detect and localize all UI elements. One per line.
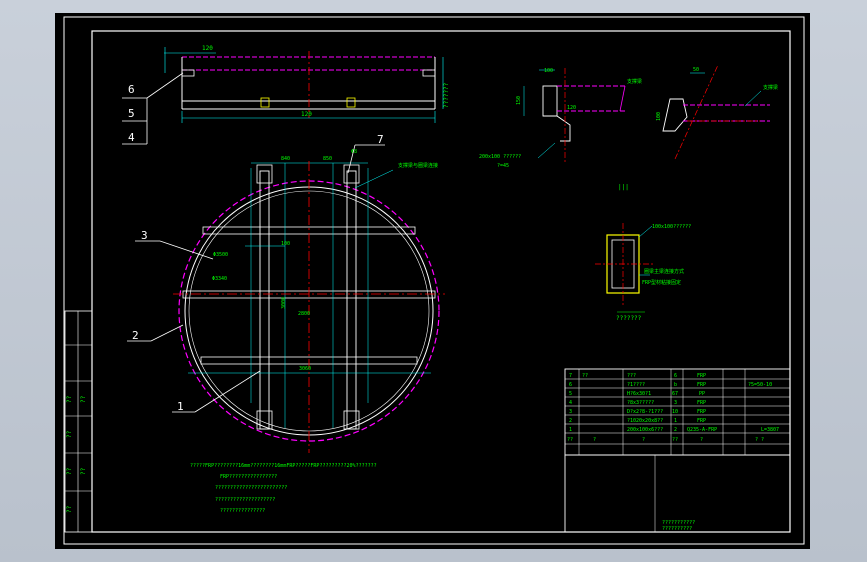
table-row-4-material: FRP: [697, 400, 706, 406]
plan-dim-e: 3000: [281, 297, 287, 309]
detail-left-dim1: 100: [544, 68, 553, 74]
section-detail: ||| 100x100?????? 圈梁主梁连接方式 FRP型材粘接固定 ???…: [595, 184, 691, 322]
plan-dim-g: 100: [281, 241, 290, 247]
note-line-1: ?????FRP????????16mm????????16mmFRP?????…: [190, 463, 377, 469]
detail-left: 100 150 120 支撑梁 200x100 ?????? ?=45: [479, 68, 642, 169]
parts-table: 7 ?? ??? 6 FRP 6 ?1???? b FRP ?5=50-10 5…: [564, 368, 791, 456]
table-row-5-no: 5: [569, 391, 572, 397]
table-row-2-name: ?1020x20x8??: [627, 418, 663, 424]
table-row-1-no: 1: [569, 427, 572, 433]
callout-7: 7: [377, 133, 384, 146]
strip-cell-4: ??: [66, 505, 73, 513]
section-label: |||: [618, 184, 629, 191]
detail-left-label: 支撑梁: [627, 78, 642, 85]
cad-drawing: ?? ?? ?? ?? ?? ?? 120 120 ??????? 6 5 4 …: [63, 16, 805, 545]
table-row-3-no: 3: [569, 409, 572, 415]
detail-left-note2: ?=45: [497, 163, 509, 169]
strip-cell-3: ??: [66, 467, 73, 475]
table-header-material: ?: [700, 437, 703, 443]
note-line-4: ????????????????????: [215, 497, 275, 503]
detail-left-dim2: 150: [516, 96, 522, 105]
callout-6: 6: [128, 83, 135, 96]
strip-cell-6: ??: [80, 467, 87, 475]
table-row-1-name: 200x100x6???: [627, 427, 663, 433]
plan-callouts: 3 2 1: [127, 229, 261, 413]
table-row-4-name: ?8x3?????: [627, 400, 654, 406]
table-row-6-name: ?1????: [627, 382, 645, 388]
plan-dim-c: 850: [323, 156, 332, 162]
left-title-strip: ?? ?? ?? ?? ?? ??: [64, 310, 93, 533]
table-header-name: ?: [642, 437, 645, 443]
table-row-6-qty: b: [674, 382, 677, 388]
callout-2: 2: [132, 329, 139, 342]
table-row-5-name: H?6x30?1: [627, 391, 651, 397]
table-row-2-material: FRP: [697, 418, 706, 424]
title-block: ??????????? ??????????: [564, 454, 791, 533]
table-row-6-material: FRP: [697, 382, 706, 388]
section-note3: FRP型材粘接固定: [642, 279, 681, 286]
callout-4: 4: [128, 131, 135, 144]
table-header-remark: ? ?: [755, 437, 764, 443]
detail-right-dim1: 50: [693, 67, 699, 73]
detail-right: 50 100 支撑梁: [656, 64, 778, 160]
strip-cell-5: ??: [80, 395, 87, 403]
table-row-4-no: 4: [569, 400, 572, 406]
strip-cell-1: ??: [66, 395, 73, 403]
section-note1: 100x100??????: [652, 224, 691, 230]
plan-dim-f: 3060: [299, 366, 311, 372]
plan-label-3: Φ3500: [213, 252, 228, 258]
section-caption: ???????: [616, 315, 642, 322]
table-row-1-qty: 2: [674, 427, 677, 433]
detail-left-note: 200x100 ??????: [479, 154, 521, 160]
table-row-5-material: PP: [699, 391, 705, 397]
plan-label-3b: Φ3340: [212, 276, 227, 282]
table-row-7-no: 7: [569, 373, 572, 379]
table-row-4-qty: 3: [674, 400, 677, 406]
callout-stack: 6 5 4: [122, 72, 184, 145]
notes-block: ?????FRP????????16mm????????16mmFRP?????…: [190, 463, 377, 514]
table-row-6-no: 6: [569, 382, 572, 388]
plan-dim-a: 840: [281, 156, 290, 162]
table-row-7-material: FRP: [697, 373, 706, 379]
section-note2: 圈梁主梁连接方式: [644, 268, 684, 275]
table-header-code: ?: [593, 437, 596, 443]
drawing-viewport[interactable]: ?? ?? ?? ?? ?? ?? 120 120 ??????? 6 5 4 …: [55, 13, 810, 549]
table-row-3-material: FRP: [697, 409, 706, 415]
callout-3: 3: [141, 229, 148, 242]
table-row-2-qty: 1: [674, 418, 677, 424]
table-header-qty: ??: [672, 437, 678, 443]
table-row-7-code: ??: [582, 373, 588, 379]
inner-frame: [91, 30, 791, 533]
outer-frame: [63, 16, 805, 545]
detail-right-label: 支撑梁: [763, 84, 778, 91]
table-row-5-qty: 67: [672, 391, 678, 397]
table-row-7-qty: 6: [674, 373, 677, 379]
note-line-5: ???????????????: [220, 508, 265, 514]
table-header-no: ??: [567, 437, 573, 443]
callout-5: 5: [128, 107, 135, 120]
top-side-note: ???????: [443, 82, 450, 108]
table-row-1-remark: L=3807: [761, 427, 779, 433]
callout-1: 1: [177, 400, 184, 413]
table-row-7-name: ???: [627, 373, 636, 379]
table-row-1-material: Q235-A-FRP: [687, 427, 717, 433]
plan-dim-d: 2800: [298, 311, 310, 317]
note-line-2: FRP????????????????: [220, 474, 277, 480]
table-row-2-no: 2: [569, 418, 572, 424]
table-row-3-name: D?x2?8-?1???: [627, 409, 663, 415]
circular-plan-view: 840 850 Φ8 2800 100 3060 3000 Φ3500 Φ334…: [173, 133, 445, 453]
note-line-3: ????????????????????????: [215, 485, 287, 491]
top-dim-top: 120: [202, 45, 213, 52]
plan-note-right: 支撑梁与圈梁连接: [398, 162, 438, 169]
top-dim-bottom: 120: [301, 111, 312, 118]
table-row-6-remark: ?5=50-10: [748, 382, 772, 388]
strip-cell-2: ??: [66, 430, 73, 438]
detail-left-dim3: 120: [567, 105, 576, 111]
title-line-2: ??????????: [662, 526, 692, 532]
top-elevation-view: 120 120 ???????: [164, 45, 450, 123]
detail-right-dim2: 100: [656, 112, 662, 121]
table-row-3-qty: 10: [672, 409, 678, 415]
